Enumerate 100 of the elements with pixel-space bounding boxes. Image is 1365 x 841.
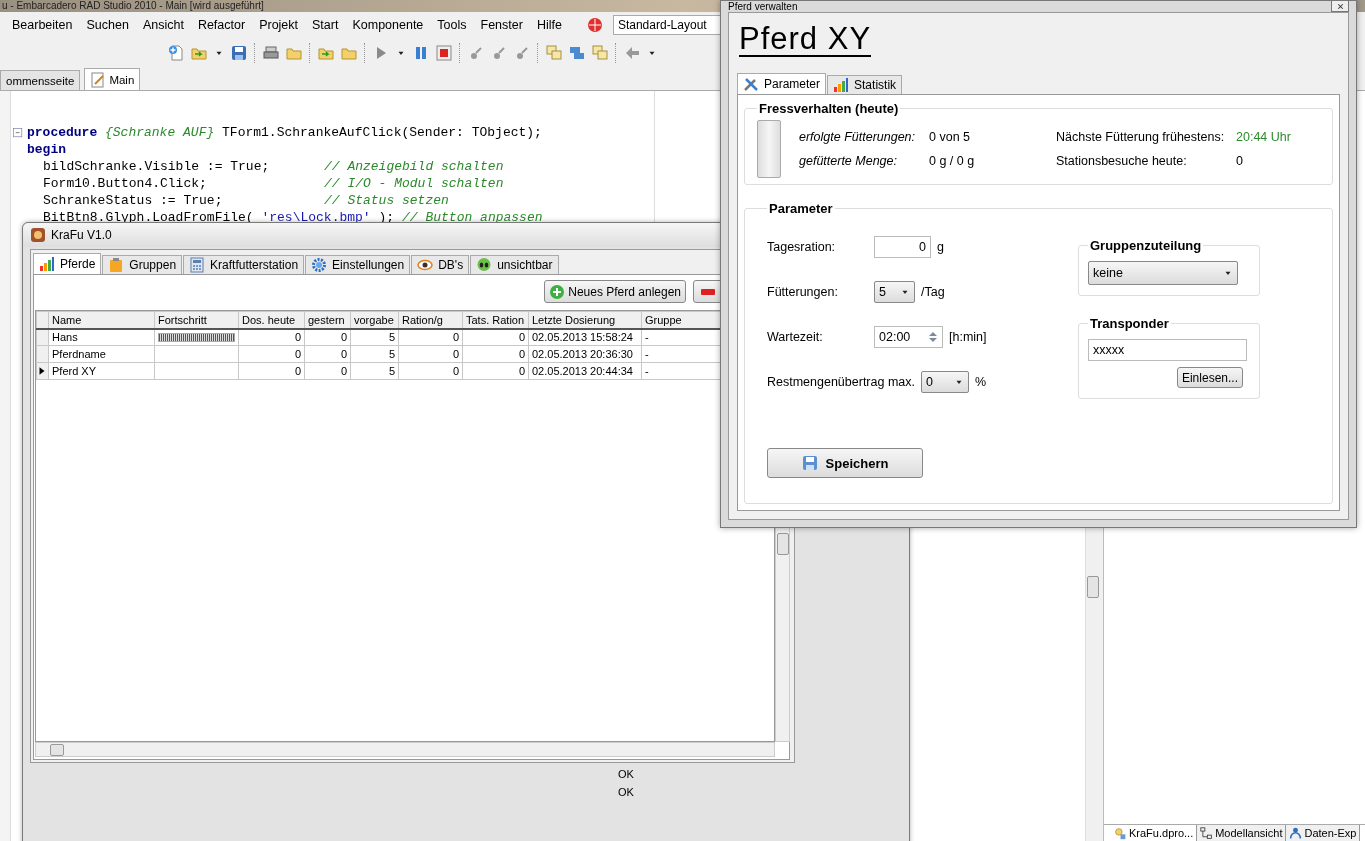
column-header[interactable]: Tats. Ration bbox=[462, 311, 529, 329]
save-button[interactable]: Speichern bbox=[767, 448, 923, 478]
stat-value: 0 von 5 bbox=[929, 130, 971, 144]
unit-label: [h:min] bbox=[949, 329, 987, 344]
panel-tab[interactable]: Daten-Exp bbox=[1286, 825, 1361, 841]
table-cell: Pferdname bbox=[48, 345, 155, 363]
menu-item[interactable]: Fenster bbox=[473, 18, 530, 32]
dropdown[interactable]: 5 bbox=[874, 280, 915, 303]
plus-icon bbox=[549, 283, 566, 300]
menu-item[interactable]: Komponente bbox=[345, 18, 431, 32]
stop-icon[interactable] bbox=[436, 45, 452, 61]
tools-icon bbox=[743, 76, 759, 92]
stat-value: 0 bbox=[1236, 154, 1244, 168]
window-title: Pferd verwalten bbox=[728, 1, 798, 12]
tab[interactable]: Pferde bbox=[33, 253, 102, 274]
input-field[interactable]: 0 bbox=[874, 235, 931, 258]
add-horse-button[interactable]: Neues Pferd anlegen bbox=[544, 280, 686, 303]
dropdown[interactable]: 0 bbox=[921, 370, 969, 393]
table-cell: 5 bbox=[350, 345, 399, 363]
code-token: Form10.Button4.Click; bbox=[43, 176, 207, 191]
close-button[interactable] bbox=[1331, 1, 1349, 12]
editor-tab[interactable]: ommensseite bbox=[0, 70, 81, 90]
step-icon[interactable] bbox=[514, 45, 530, 61]
tab[interactable]: unsichtbar bbox=[470, 255, 559, 274]
code-token: SchrankeStatus := True; bbox=[43, 193, 223, 208]
spin-field[interactable]: 02:00 bbox=[874, 325, 943, 348]
menu-item[interactable]: Bearbeiten bbox=[5, 18, 80, 32]
pause-icon[interactable] bbox=[413, 45, 429, 61]
back-arrow-icon[interactable] bbox=[624, 45, 640, 61]
menu-item[interactable]: Refactor bbox=[190, 18, 253, 32]
field-label: Wartezeit: bbox=[767, 329, 824, 344]
printer-icon[interactable] bbox=[263, 45, 279, 61]
pointer-icon bbox=[37, 366, 47, 376]
table-cell: 0 bbox=[398, 362, 463, 380]
stat-value: 0 g / 0 g bbox=[929, 154, 976, 168]
tab[interactable]: Kraftfutterstation bbox=[183, 255, 305, 274]
table-cell: 0 bbox=[304, 345, 351, 363]
save-icon[interactable] bbox=[231, 45, 247, 61]
menu-item[interactable]: Ansicht bbox=[135, 18, 191, 32]
clipboard-icon bbox=[108, 257, 125, 273]
column-header[interactable]: Ration/g bbox=[398, 311, 463, 329]
diagram-icon bbox=[1200, 826, 1214, 840]
field-label: Tagesration: bbox=[767, 239, 837, 254]
field-label: Restmengenübertrag max. bbox=[767, 374, 915, 389]
table-cell: 5 bbox=[350, 362, 399, 380]
table-cell: 0 bbox=[398, 345, 463, 363]
database-icon bbox=[1289, 826, 1303, 840]
group-dropdown[interactable]: keine bbox=[1088, 261, 1238, 285]
menu-item[interactable]: Start bbox=[305, 18, 346, 32]
fold-icon[interactable] bbox=[12, 126, 24, 139]
open-folder-icon[interactable] bbox=[191, 45, 207, 61]
step-icon[interactable] bbox=[491, 45, 507, 61]
code-comment: // Button anpassen bbox=[401, 210, 543, 225]
scrollbar[interactable] bbox=[35, 742, 775, 757]
menu-item[interactable]: Hilfe bbox=[529, 18, 569, 32]
code-token: {Schranke AUF} bbox=[105, 125, 215, 140]
code-comment: // Status setzen bbox=[323, 193, 449, 208]
table-cell: 0 bbox=[304, 362, 351, 380]
step-icon[interactable] bbox=[468, 45, 484, 61]
windows-icon[interactable] bbox=[546, 45, 562, 61]
menu-item[interactable]: Tools bbox=[430, 18, 474, 32]
menu-item[interactable]: Projekt bbox=[252, 18, 306, 32]
bar-chart-icon bbox=[39, 256, 55, 272]
table-cell: 0 bbox=[462, 328, 529, 346]
header-corner bbox=[36, 311, 49, 329]
windows-icon[interactable] bbox=[592, 45, 608, 61]
tab[interactable]: Einstellungen bbox=[305, 255, 411, 274]
gear-icon bbox=[311, 257, 328, 273]
input-field[interactable]: xxxxx bbox=[1088, 339, 1247, 361]
folder-icon[interactable] bbox=[341, 45, 357, 61]
tab[interactable]: Gruppen bbox=[102, 255, 183, 274]
editor-tab[interactable]: Main bbox=[84, 68, 141, 90]
alien-head-icon bbox=[476, 257, 493, 273]
globe-icon[interactable] bbox=[586, 17, 603, 33]
folder-icon[interactable] bbox=[318, 45, 334, 61]
tab[interactable]: Statistik bbox=[827, 75, 903, 94]
column-header[interactable]: Letzte Dosierung bbox=[528, 311, 642, 329]
table-cell: 0 bbox=[398, 328, 463, 346]
code-token: BitBtn8.Glyph.LoadFromFile( bbox=[43, 210, 254, 225]
document-icon bbox=[90, 71, 107, 88]
read-button[interactable]: Einlesen... bbox=[1176, 367, 1243, 388]
column-header[interactable]: Dos. heute bbox=[238, 311, 305, 329]
column-header[interactable]: vorgabe bbox=[350, 311, 399, 329]
menu-item[interactable]: Suchen bbox=[79, 18, 136, 32]
app-icon bbox=[30, 227, 46, 243]
folder-icon[interactable] bbox=[286, 45, 302, 61]
tab[interactable]: DB's bbox=[411, 255, 470, 274]
code-token: 'res\Lock.bmp' bbox=[261, 210, 371, 225]
windows-icon[interactable] bbox=[569, 45, 585, 61]
tab[interactable]: Parameter bbox=[737, 73, 827, 94]
column-header[interactable]: gestern bbox=[304, 311, 351, 329]
new-file-icon[interactable] bbox=[168, 45, 184, 61]
table-cell: Hans bbox=[48, 328, 155, 346]
column-header[interactable]: Fortschritt bbox=[154, 311, 239, 329]
panel-tab[interactable]: Modellansicht bbox=[1197, 825, 1287, 841]
column-header[interactable]: Name bbox=[48, 311, 155, 329]
horse-name-heading: Pferd XY bbox=[739, 22, 872, 57]
group-title: Parameter bbox=[768, 201, 834, 216]
unit-label: /Tag bbox=[921, 284, 945, 299]
code-token: bildSchranke.Visible := True; bbox=[43, 159, 270, 174]
